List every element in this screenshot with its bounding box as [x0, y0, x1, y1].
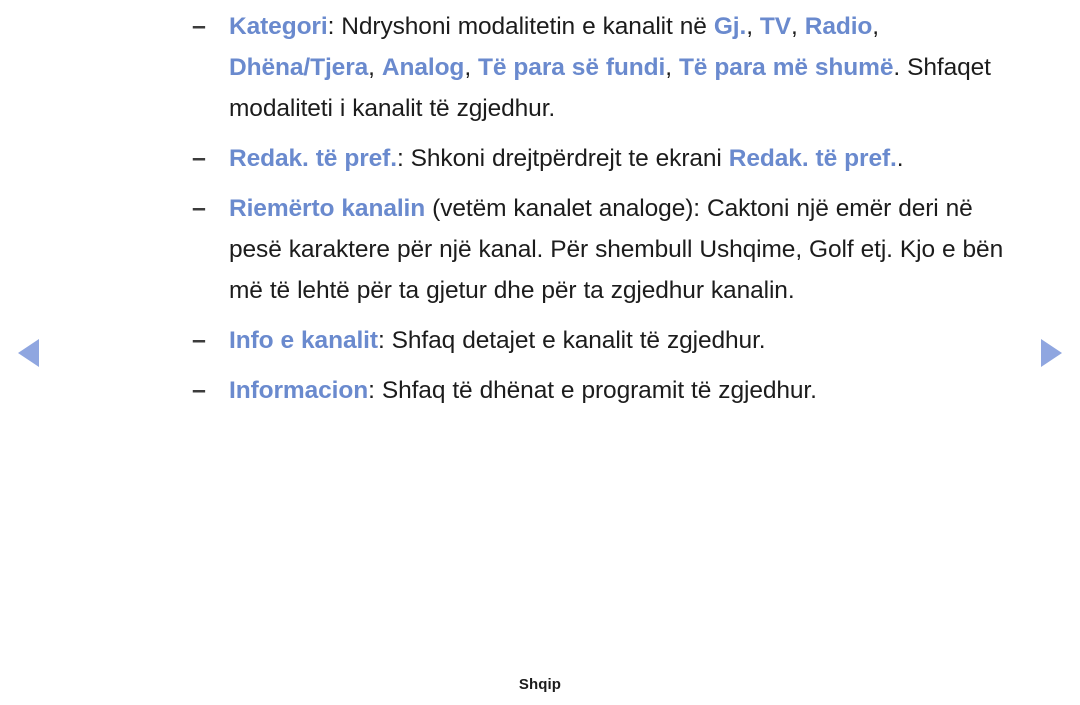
list-item: – Riemërto kanalin (vetëm kanalet analog… [192, 188, 1020, 311]
bullet-dash: – [192, 194, 206, 222]
highlighted-term: Info e kanalit [229, 327, 378, 354]
list-item: – Redak. të pref.: Shkoni drejtpërdrejt … [192, 138, 1020, 179]
list-item-text: Info e kanalit: Shfaq detajet e kanalit … [229, 320, 1020, 361]
list-item-text: Riemërto kanalin (vetëm kanalet analoge)… [229, 188, 1020, 311]
body-text: : Ndryshoni modalitetin e kanalit në [327, 13, 714, 40]
highlighted-term: Riemërto kanalin [229, 195, 426, 222]
body-text: , [872, 13, 880, 40]
list-item-text: Informacion: Shfaq të dhënat e programit… [229, 370, 1020, 411]
highlighted-term: Dhëna/ [229, 54, 311, 81]
list-item: – Informacion: Shfaq të dhënat e program… [192, 370, 1020, 411]
highlighted-term: Informacion [229, 377, 369, 404]
triangle-left-icon[interactable] [18, 339, 39, 367]
language-label: Shqip [518, 676, 562, 693]
list-item-text: Kategori: Ndryshoni modalitetin e kanali… [229, 6, 1020, 129]
body-text: , [665, 54, 679, 81]
body-text: : Shfaq detajet e kanalit të zgjedhur. [377, 327, 766, 354]
body-text: . [896, 145, 904, 172]
triangle-right-icon[interactable] [1041, 339, 1062, 367]
body-text: , [464, 54, 479, 81]
list-item-text: Redak. të pref.: Shkoni drejtpërdrejt te… [229, 138, 1020, 179]
list-item: – Info e kanalit: Shfaq detajet e kanali… [192, 320, 1020, 361]
bullet-dash: – [192, 12, 206, 40]
body-text: , [746, 13, 760, 40]
list-item: – Kategori: Ndryshoni modalitetin e kana… [192, 6, 1020, 129]
highlighted-term: Redak. të pref. [728, 145, 897, 172]
highlighted-term: Radio [804, 13, 873, 40]
manual-page: – Kategori: Ndryshoni modalitetin e kana… [0, 0, 1080, 705]
content-body: – Kategori: Ndryshoni modalitetin e kana… [192, 6, 1020, 411]
highlighted-term: Të para më shumë [678, 54, 894, 81]
body-text: , [791, 13, 805, 40]
body-text: : Shkoni drejtpërdrejt te ekrani [396, 145, 729, 172]
highlighted-term: Kategori [229, 13, 328, 40]
highlighted-term: Redak. të pref. [229, 145, 397, 172]
highlighted-term: Të para së fundi [478, 54, 666, 81]
bullet-dash: – [192, 326, 206, 354]
highlighted-term: Tjera [310, 54, 369, 81]
highlighted-term: TV [759, 13, 792, 40]
highlighted-term: Analog [381, 54, 465, 81]
highlighted-term: Gj. [713, 13, 747, 40]
body-text: : Shfaq të dhënat e programit të zgjedhu… [368, 377, 817, 404]
bullet-dash: – [192, 144, 206, 172]
body-text: , [368, 54, 382, 81]
bullet-dash: – [192, 376, 206, 404]
